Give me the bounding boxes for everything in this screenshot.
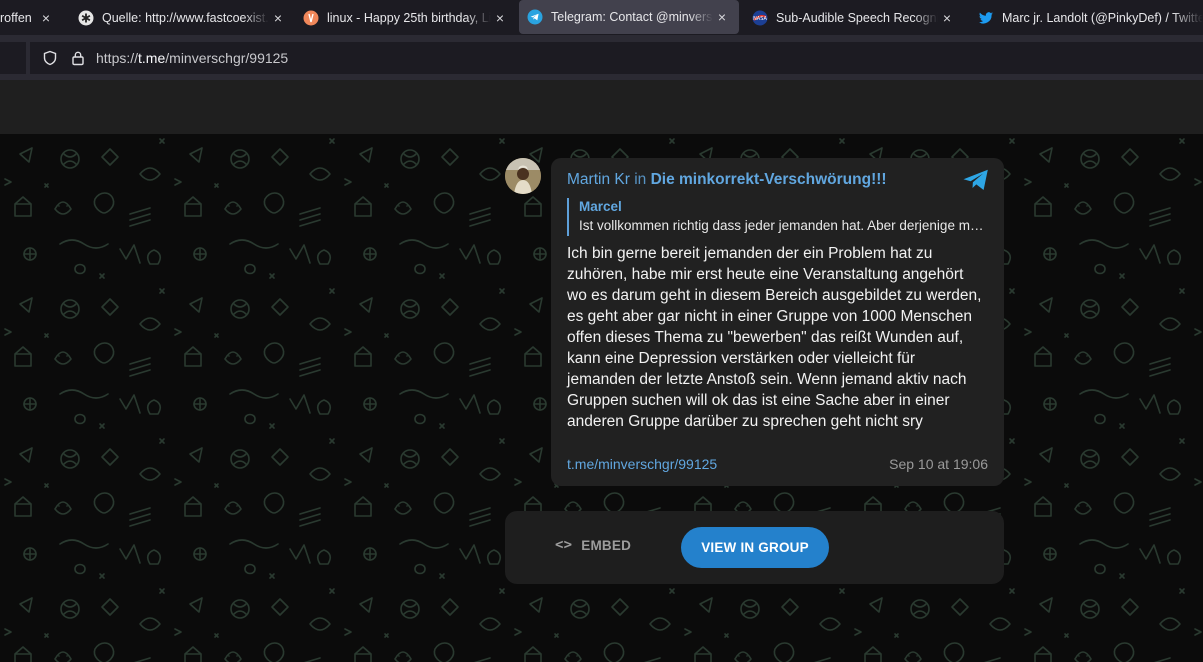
message-link[interactable]: t.me/minverschgr/99125 <box>567 456 717 472</box>
twitter-icon <box>978 10 994 26</box>
embed-label: EMBED <box>581 537 632 553</box>
asterisk-icon <box>78 10 94 26</box>
tab-title: roffen <box>0 10 32 25</box>
message-author-line: Martin Kr in Die minkorrekt-Verschwörung… <box>567 170 988 190</box>
view-in-group-label: VIEW IN GROUP <box>701 540 809 555</box>
close-icon[interactable]: × <box>491 10 509 26</box>
tab-title: linux - Happy 25th birthday, Linux <box>327 10 491 25</box>
close-icon[interactable]: × <box>713 9 731 25</box>
tab-1[interactable]: roffen × <box>0 0 63 35</box>
avatar[interactable] <box>505 158 541 194</box>
in-word: in <box>634 171 647 188</box>
url-field[interactable]: https://t.me/minverschgr/99125 <box>30 42 1203 74</box>
reply-text: Ist vollkommen richtig dass jeder jemand… <box>579 218 985 233</box>
tab-title: Quelle: http://www.fastcoexist.com <box>102 10 269 25</box>
url-prefix: https:// <box>96 50 139 66</box>
navigation-bar: https://t.me/minverschgr/99125 <box>0 35 1203 80</box>
svg-text:NASA: NASA <box>753 16 767 22</box>
embed-button[interactable]: <> EMBED <box>555 537 631 553</box>
group-name[interactable]: Die minkorrekt-Verschwörung!!! <box>651 171 887 188</box>
url-text[interactable]: https://t.me/minverschgr/99125 <box>96 50 288 66</box>
page-header <box>0 80 1203 134</box>
telegram-icon[interactable] <box>962 168 990 192</box>
reply-author: Marcel <box>579 199 622 214</box>
tab-4-active[interactable]: Telegram: Contact @minverschgr × <box>519 0 739 34</box>
url-domain: t.me <box>138 50 166 66</box>
reply-quote[interactable]: Marcel Ist vollkommen richtig dass jeder… <box>567 198 988 236</box>
telegram-icon <box>527 9 543 25</box>
message-bubble: Martin Kr in Die minkorrekt-Verschwörung… <box>551 158 1004 486</box>
tab-title: Marc jr. Landolt (@PinkyDef) / Twitter <box>1002 10 1203 25</box>
message-text: Ich bin gerne bereit jemanden der ein Pr… <box>567 245 982 430</box>
tab-5[interactable]: NASA Sub-Audible Speech Recognition × <box>744 0 964 35</box>
actions-panel: <> EMBED VIEW IN GROUP <box>505 511 1004 584</box>
tab-3[interactable]: linux - Happy 25th birthday, Linux × <box>295 0 517 35</box>
shield-icon[interactable] <box>42 50 58 66</box>
nasa-icon: NASA <box>752 10 768 26</box>
url-path: /minverschgr/99125 <box>165 50 289 66</box>
tab-bar: roffen × Quelle: http://www.fastcoexist.… <box>0 0 1203 35</box>
tab-2[interactable]: Quelle: http://www.fastcoexist.com × <box>70 0 295 35</box>
close-icon[interactable]: × <box>37 10 55 26</box>
lock-icon[interactable] <box>70 50 86 66</box>
tab-title: Telegram: Contact @minverschgr <box>551 10 713 24</box>
message-date: Sep 10 at 19:06 <box>889 456 988 472</box>
author-name[interactable]: Martin Kr <box>567 171 630 188</box>
tab-6[interactable]: Marc jr. Landolt (@PinkyDef) / Twitter <box>970 0 1203 35</box>
reddit-icon <box>303 10 319 26</box>
code-icon: <> <box>555 537 573 553</box>
toolbar-stub <box>0 42 26 74</box>
avatar-photo-icon <box>505 158 541 194</box>
close-icon[interactable]: × <box>269 10 287 26</box>
tab-title: Sub-Audible Speech Recognition <box>776 10 938 25</box>
close-icon[interactable]: × <box>938 10 956 26</box>
message-footer: t.me/minverschgr/99125 Sep 10 at 19:06 <box>567 456 988 472</box>
view-in-group-button[interactable]: VIEW IN GROUP <box>681 527 829 568</box>
